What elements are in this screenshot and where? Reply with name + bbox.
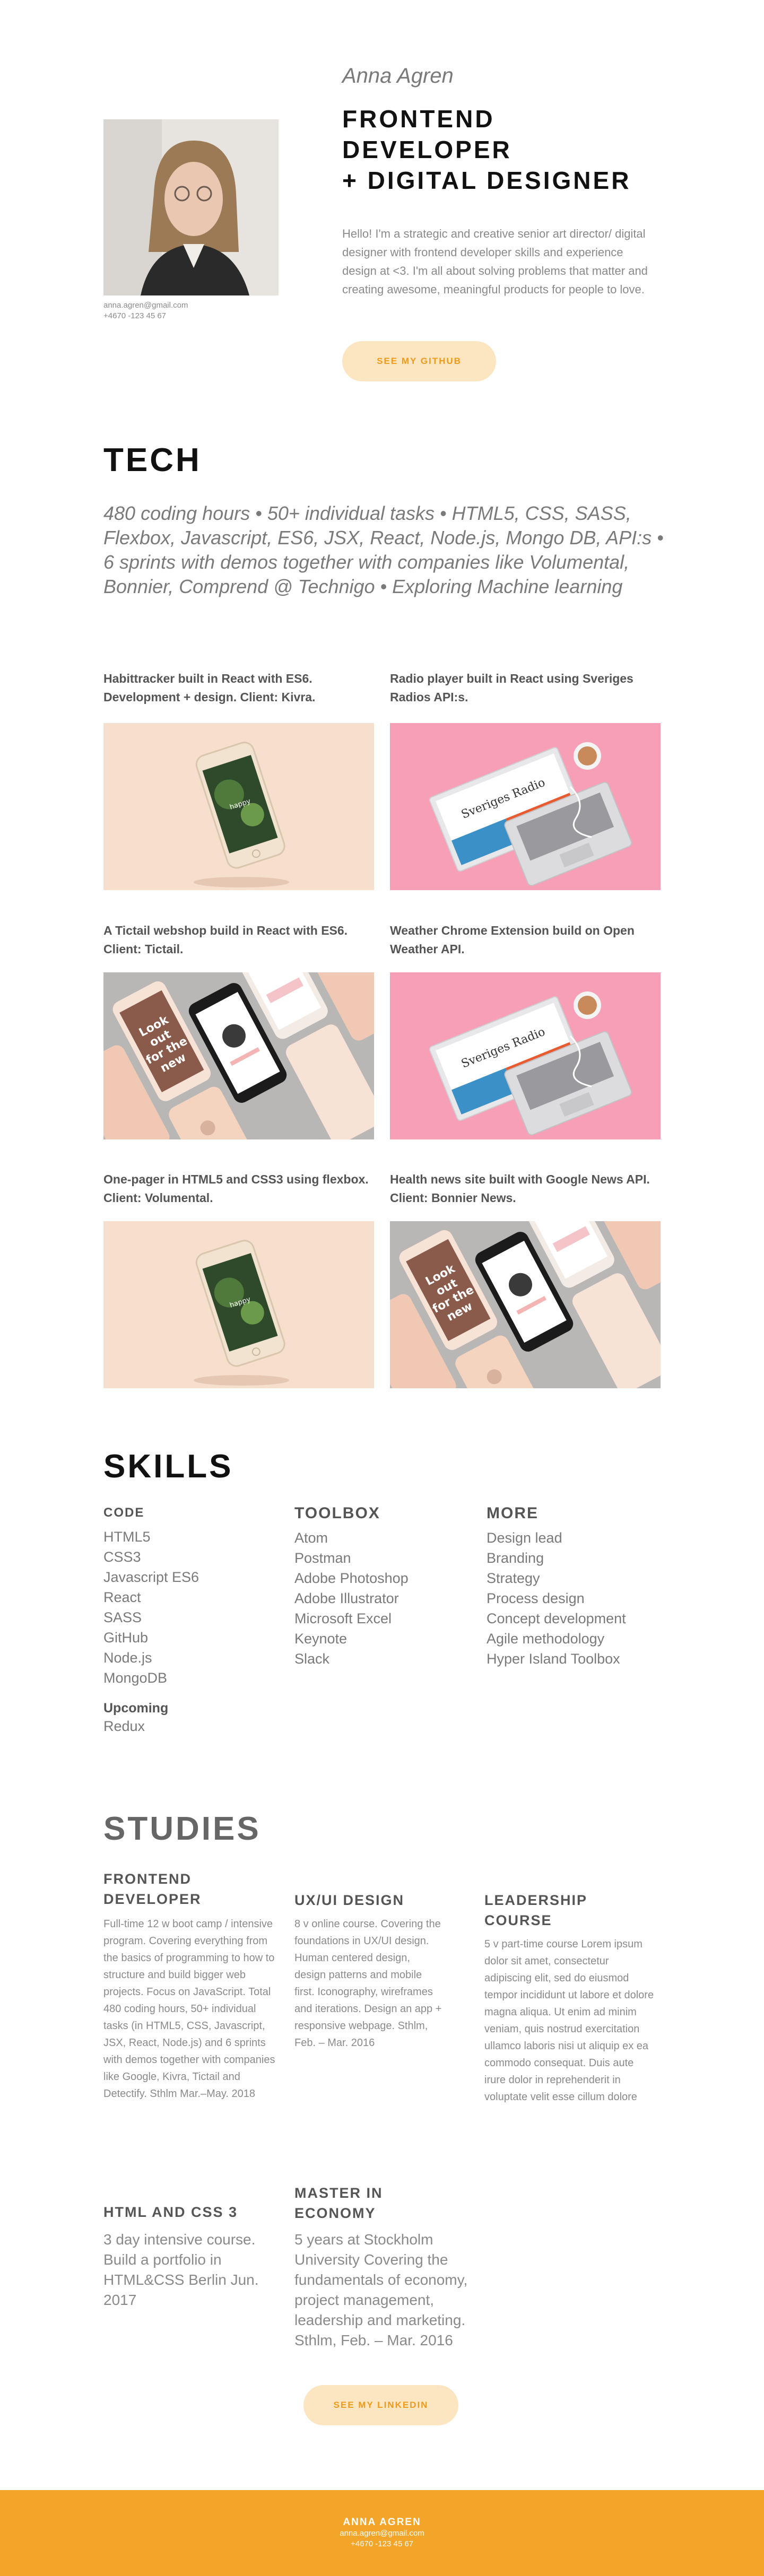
project-caption: Habittracker built in React with ES6. De… [103, 672, 316, 704]
study-text: 3 day intensive course. Build a portfoli… [103, 2231, 259, 2308]
studies-heading: STUDIES [103, 1811, 261, 1847]
project-image[interactable] [103, 1221, 374, 1388]
project-caption: Radio player built in React using Sverig… [390, 672, 633, 704]
skills-toolbox-column: TOOLBOX Atom Postman Adobe Photoshop Ado… [294, 1504, 470, 1669]
project-caption: Health news site built with Google News … [390, 1172, 650, 1205]
list-item: Agile methodology [487, 1631, 605, 1647]
list-item: GitHub [103, 1630, 149, 1646]
list-item: Adobe Illustrator [294, 1590, 399, 1606]
skills-code-list: HTML5 CSS3 Javascript ES6 React SASS Git… [103, 1527, 279, 1688]
linkedin-button[interactable]: SEE MY LINKEDIN [303, 2385, 458, 2425]
list-item: Javascript ES6 [103, 1569, 199, 1585]
list-item: SASS [103, 1609, 142, 1625]
study-heading: MASTER IN ECONOMY [294, 2185, 383, 2221]
project-caption: Weather Chrome Extension build on Open W… [390, 924, 635, 956]
study-item: LEADERSHIP COURSE 5 v part-time course L… [484, 1890, 659, 2105]
list-item: Concept development [487, 1611, 626, 1626]
skills-more-column: MORE Design lead Branding Strategy Proce… [487, 1504, 662, 1669]
list-item: CSS3 [103, 1549, 141, 1565]
study-heading: HTML AND CSS 3 [103, 2204, 238, 2220]
tech-heading: TECH [103, 442, 202, 478]
footer-name: ANNA AGREN [343, 2517, 421, 2528]
page-title-line: FRONTEND [342, 105, 495, 133]
study-text: 5 years at Stockholm University Covering… [294, 2231, 468, 2348]
page-title-line: DEVELOPER [342, 136, 512, 163]
list-item: Microsoft Excel [294, 1611, 392, 1626]
hero-email[interactable]: anna.agren@gmail.com [103, 300, 188, 311]
list-item: Branding [487, 1550, 544, 1566]
profile-photo [103, 119, 279, 295]
list-item: Adobe Photoshop [294, 1570, 409, 1586]
skills-toolbox-list: Atom Postman Adobe Photoshop Adobe Illus… [294, 1528, 470, 1669]
tech-summary: 480 coding hours • 50+ individual tasks … [103, 502, 664, 597]
footer-email[interactable]: anna.agren@gmail.com [0, 2528, 764, 2539]
footer: ANNA AGREN anna.agren@gmail.com +4670 -1… [0, 2490, 764, 2576]
study-text: Full-time 12 w boot camp / intensive pro… [103, 1918, 275, 2100]
skills-heading: SKILLS [103, 1448, 233, 1485]
list-item: HTML5 [103, 1529, 151, 1545]
project-image[interactable] [103, 723, 374, 890]
list-item: Postman [294, 1550, 351, 1566]
skills-upcoming-list: Redux [103, 1716, 279, 1736]
project-image[interactable] [390, 723, 661, 890]
list-item: React [103, 1589, 141, 1605]
list-item: MongoDB [103, 1670, 168, 1686]
skills-code-column: CODE HTML5 CSS3 Javascript ES6 React SAS… [103, 1505, 279, 1736]
study-item: HTML AND CSS 3 3 day intensive course. B… [103, 2202, 279, 2310]
list-item: Design lead [487, 1530, 562, 1546]
list-item: Redux [103, 1718, 145, 1734]
project-image[interactable] [103, 972, 374, 1139]
study-item: MASTER IN ECONOMY 5 years at Stockholm U… [294, 2183, 485, 2351]
study-item: UX/UI DESIGN 8 v online course. Covering… [294, 1890, 470, 2051]
list-item: Atom [294, 1530, 328, 1546]
study-heading: FRONTEND DEVELOPER [103, 1871, 202, 1907]
github-button[interactable]: SEE MY GITHUB [342, 341, 496, 381]
project-image[interactable] [390, 1221, 661, 1388]
footer-phone: +4670 -123 45 67 [350, 2539, 414, 2548]
hero-name: Anna Agren [342, 64, 454, 88]
list-item: Hyper Island Toolbox [487, 1651, 620, 1667]
study-heading: UX/UI DESIGN [294, 1892, 405, 1908]
page-title: FRONTEND DEVELOPER + DIGITAL DESIGNER [342, 103, 631, 196]
study-item: FRONTEND DEVELOPER Full-time 12 w boot c… [103, 1869, 279, 2102]
skills-code-heading: CODE [103, 1505, 145, 1520]
project-image[interactable] [390, 972, 661, 1139]
study-heading: LEADERSHIP COURSE [484, 1892, 587, 1928]
page-title-line: + DIGITAL DESIGNER [342, 167, 631, 194]
list-item: Strategy [487, 1570, 540, 1586]
list-item: Slack [294, 1651, 330, 1667]
hero-intro: Hello! I'm a strategic and creative seni… [342, 227, 648, 296]
hero-phone: +4670 -123 45 67 [103, 311, 167, 320]
project-caption: One-pager in HTML5 and CSS3 using flexbo… [103, 1172, 369, 1205]
list-item: Process design [487, 1590, 585, 1606]
skills-upcoming-heading: Upcoming [103, 1701, 169, 1716]
skills-more-list: Design lead Branding Strategy Process de… [487, 1528, 662, 1669]
skills-toolbox-heading: TOOLBOX [294, 1504, 380, 1522]
skills-more-heading: MORE [487, 1504, 539, 1522]
study-text: 8 v online course. Covering the foundati… [294, 1918, 442, 2049]
hero-contact: anna.agren@gmail.com +4670 -123 45 67 [103, 300, 188, 321]
study-text: 5 v part-time course Lorem ipsum dolor s… [484, 1938, 654, 2103]
project-caption: A Tictail webshop build in React with ES… [103, 924, 348, 956]
list-item: Node.js [103, 1650, 152, 1666]
list-item: Keynote [294, 1631, 348, 1647]
